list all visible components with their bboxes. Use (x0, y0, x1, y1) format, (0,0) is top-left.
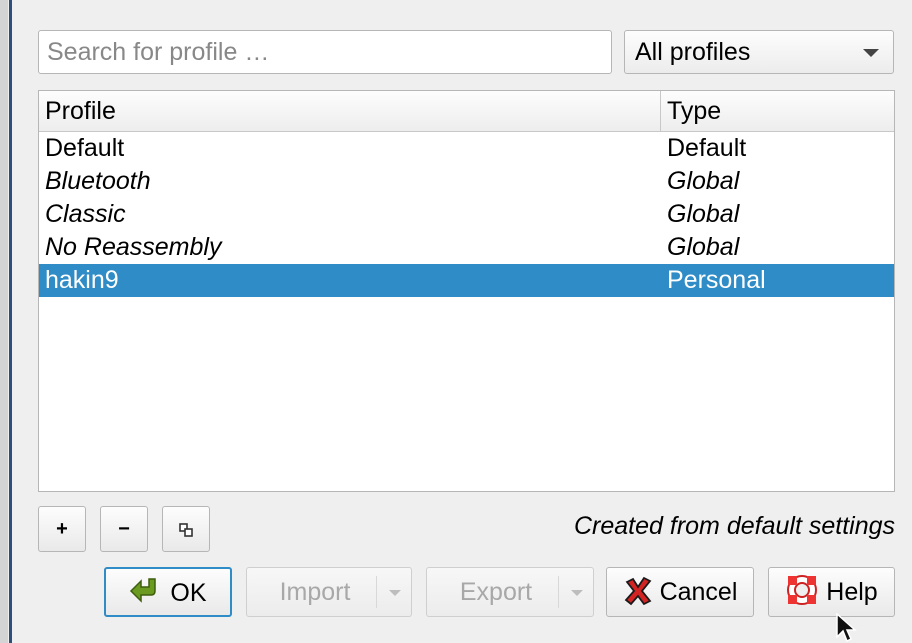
export-label: Export (459, 578, 533, 606)
ok-arrow-icon (130, 578, 157, 604)
ok-label: OK (170, 579, 207, 607)
export-button[interactable]: Export (426, 567, 594, 617)
table-body: Default Default Bluetooth Global Classic… (39, 132, 894, 297)
import-label: Import (279, 578, 351, 606)
copy-profile-button[interactable] (162, 506, 210, 552)
search-input[interactable]: Search for profile … (38, 30, 612, 74)
import-button[interactable]: Import (246, 567, 412, 617)
export-separator (558, 576, 559, 608)
row-profile-type: Global (667, 233, 740, 261)
row-profile-name: Classic (45, 200, 126, 228)
window-edge (0, 0, 8, 643)
help-button[interactable]: Help (768, 567, 895, 617)
row-profile-name: No Reassembly (45, 233, 222, 261)
row-profile-type: Global (667, 167, 740, 195)
profiles-table: Profile Type Default Default Bluetooth G… (38, 90, 895, 492)
copy-icon (179, 522, 193, 537)
import-separator (376, 576, 377, 608)
help-label: Help (826, 578, 878, 606)
cancel-button[interactable]: Cancel (606, 567, 754, 617)
table-row[interactable]: Bluetooth Global (39, 165, 894, 198)
chevron-down-icon (571, 590, 583, 596)
row-profile-name: hakin9 (45, 266, 119, 294)
chevron-down-icon (863, 49, 879, 57)
table-row[interactable]: Default Default (39, 132, 894, 165)
mouse-pointer-icon (836, 613, 857, 643)
remove-profile-button[interactable]: − (100, 506, 148, 552)
column-header-type[interactable]: Type (661, 91, 894, 131)
row-profile-name: Default (45, 134, 125, 162)
row-profile-type: Default (667, 134, 747, 162)
table-row[interactable]: No Reassembly Global (39, 231, 894, 264)
cancel-label: Cancel (659, 578, 738, 606)
ok-button[interactable]: OK (104, 567, 232, 617)
row-profile-type: Personal (667, 266, 766, 294)
window-border (9, 0, 12, 643)
add-profile-button[interactable]: + (38, 506, 86, 552)
row-profile-name: Bluetooth (45, 167, 151, 195)
table-row-selected[interactable]: hakin9 Personal (39, 264, 894, 297)
column-header-profile[interactable]: Profile (39, 91, 661, 131)
table-row[interactable]: Classic Global (39, 198, 894, 231)
profile-filter-dropdown[interactable]: All profiles (624, 30, 894, 74)
table-header: Profile Type (39, 91, 894, 132)
help-lifebuoy-icon (787, 575, 818, 606)
cancel-icon (624, 576, 652, 606)
profile-status-note: Created from default settings (574, 512, 895, 540)
row-profile-type: Global (667, 200, 740, 228)
profile-filter-value: All profiles (635, 38, 751, 66)
chevron-down-icon (389, 590, 401, 596)
